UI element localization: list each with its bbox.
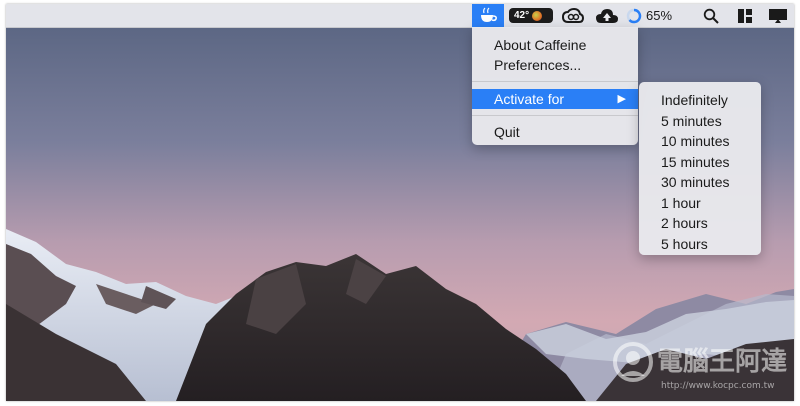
cloud-upload-icon: [596, 8, 618, 23]
spotlight-menubar-item[interactable]: [700, 4, 722, 27]
temperature-menubar-item[interactable]: 42°: [508, 4, 554, 27]
submenu-item-5-minutes[interactable]: 5 minutes: [639, 111, 761, 131]
temperature-gauge: [532, 10, 543, 21]
display-menubar-item[interactable]: [766, 4, 790, 27]
battery-menubar-item[interactable]: 65%: [626, 4, 682, 27]
creative-cloud-icon: [562, 7, 584, 23]
creative-cloud-menubar-item[interactable]: [560, 4, 586, 27]
svg-text:電腦王阿達: 電腦王阿達: [657, 347, 787, 377]
caffeine-cup-icon: [481, 7, 497, 22]
search-icon: [703, 8, 719, 24]
temperature-icon: 42°: [509, 8, 553, 23]
display-icon: [769, 8, 787, 23]
desktop-frame: 42° 65% About Caffeine Preferences... Ac…: [6, 4, 794, 401]
window-layout-icon: [738, 8, 752, 23]
activate-for-label: Activate for: [494, 91, 565, 107]
window-layout-menubar-item[interactable]: [734, 4, 756, 27]
cloud-upload-menubar-item[interactable]: [595, 4, 619, 27]
menu-item-about[interactable]: About Caffeine: [472, 35, 638, 55]
menu-bar: 42° 65%: [6, 4, 794, 28]
menu-separator: [472, 81, 638, 82]
battery-percent: 65%: [646, 8, 673, 23]
submenu-item-2-hours[interactable]: 2 hours: [639, 213, 761, 233]
caffeine-menu: About Caffeine Preferences... Activate f…: [472, 27, 638, 145]
watermark-logo: 電腦王阿達 http://www.kocpc.com.tw: [613, 342, 787, 391]
temperature-value: 42°: [514, 10, 530, 21]
submenu-item-5-hours[interactable]: 5 hours: [639, 234, 761, 254]
submenu-item-indefinitely[interactable]: Indefinitely: [639, 90, 761, 110]
menu-item-preferences[interactable]: Preferences...: [472, 55, 638, 75]
menu-separator: [472, 115, 638, 116]
submenu-item-1-hour[interactable]: 1 hour: [639, 193, 761, 213]
svg-text:http://www.kocpc.com.tw: http://www.kocpc.com.tw: [661, 381, 775, 391]
caffeine-menubar-item[interactable]: [472, 4, 504, 27]
submenu-item-10-minutes[interactable]: 10 minutes: [639, 131, 761, 151]
submenu-item-15-minutes[interactable]: 15 minutes: [639, 152, 761, 172]
activate-for-submenu: Indefinitely 5 minutes 10 minutes 15 min…: [639, 82, 761, 255]
submenu-item-30-minutes[interactable]: 30 minutes: [639, 172, 761, 192]
menu-item-activate-for[interactable]: Activate for ▶: [472, 89, 638, 109]
battery-ring-icon: [626, 8, 642, 23]
menu-item-quit[interactable]: Quit: [472, 122, 638, 142]
submenu-arrow-icon: ▶: [617, 93, 626, 105]
